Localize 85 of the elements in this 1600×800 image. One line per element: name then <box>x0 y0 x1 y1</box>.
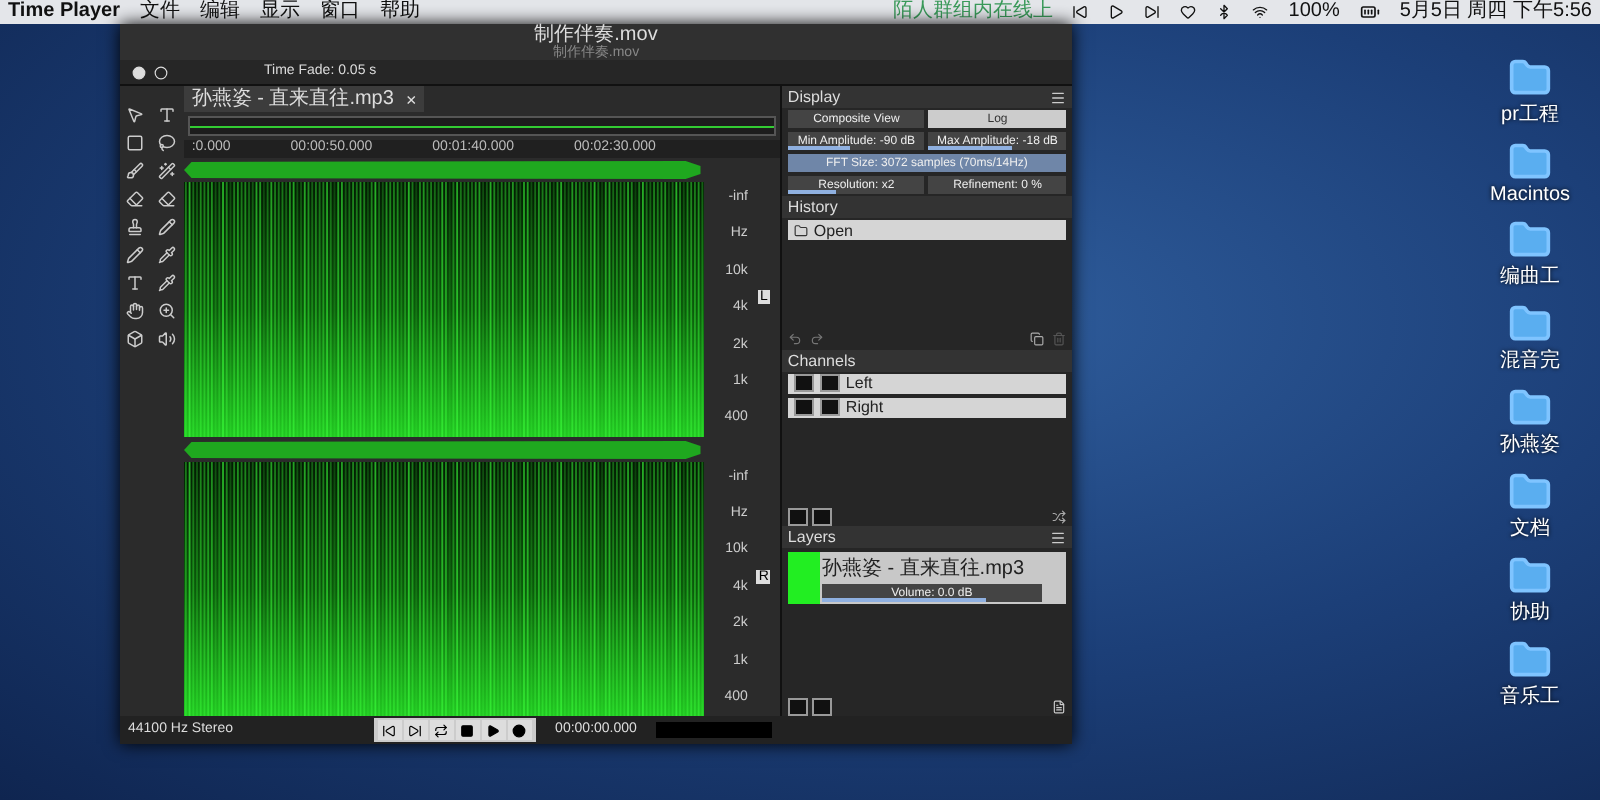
play-icon[interactable] <box>1108 4 1125 20</box>
toggle-button[interactable] <box>811 697 832 716</box>
panel-header: Display <box>781 86 1072 108</box>
folder-label: 孙燕姿 <box>1500 431 1560 458</box>
brush-icon[interactable] <box>126 162 145 180</box>
folder-label: 文档 <box>1510 515 1550 542</box>
pointer-icon[interactable] <box>126 106 145 124</box>
panel-header: Channels <box>781 349 1072 372</box>
eraser-icon[interactable] <box>158 190 177 208</box>
text-icon[interactable] <box>126 274 145 292</box>
toggle-button[interactable] <box>787 697 808 716</box>
menu-icon[interactable] <box>1050 529 1066 546</box>
clock: 5月5日 周四 下午5:56 <box>1399 0 1592 24</box>
layer-name: 孙燕姿 - 直来直往.mp3 <box>821 555 1025 583</box>
pipette-icon[interactable] <box>158 246 177 264</box>
previous-icon[interactable] <box>1072 4 1089 20</box>
lasso-icon[interactable] <box>158 134 177 152</box>
stop-icon <box>460 723 475 737</box>
toggle-button[interactable] <box>787 507 808 526</box>
speaker-icon[interactable] <box>158 330 177 348</box>
cube-icon[interactable] <box>126 330 145 348</box>
rewind-button[interactable] <box>377 720 402 740</box>
copy-icon[interactable] <box>1030 332 1044 347</box>
stamp-icon[interactable] <box>126 218 145 236</box>
channel-item[interactable]: Right <box>787 397 1066 418</box>
folder-icon[interactable] <box>1508 554 1552 598</box>
menu-item[interactable]: 帮助 <box>379 0 420 24</box>
shuffle-icon[interactable] <box>1052 509 1066 524</box>
folder-icon[interactable] <box>1508 56 1552 100</box>
folder-icon[interactable] <box>1508 386 1552 430</box>
history-item[interactable]: Open <box>787 220 1066 240</box>
menu-item[interactable]: 编辑 <box>199 0 240 24</box>
redo-icon[interactable] <box>809 332 824 347</box>
panel-header: Layers <box>781 526 1072 549</box>
play-button[interactable] <box>481 720 506 740</box>
channel-item[interactable]: Left <box>787 373 1066 394</box>
record-mode-icon[interactable] <box>132 65 146 79</box>
stop-button[interactable] <box>455 720 480 740</box>
window-title: 制作伴奏.mov <box>534 23 658 45</box>
loop-icon <box>434 723 449 737</box>
pencil-icon[interactable] <box>158 218 177 236</box>
loop-button[interactable] <box>429 720 454 740</box>
hand-icon[interactable] <box>126 302 145 320</box>
battery-icon[interactable] <box>1359 2 1380 22</box>
app-name: Time Player <box>8 0 120 24</box>
folder-label: 混音完 <box>1500 347 1560 374</box>
record-button[interactable] <box>507 720 532 740</box>
folder-icon[interactable] <box>1507 140 1552 184</box>
battery-percent: 100% <box>1288 0 1340 24</box>
folder-icon <box>793 223 808 237</box>
folder-icon[interactable] <box>1508 302 1552 346</box>
folder-label: 音乐工 <box>1500 683 1560 710</box>
menu-item[interactable]: 显示 <box>259 0 300 24</box>
skip-forward-icon <box>408 723 423 737</box>
next-icon[interactable] <box>1144 4 1161 20</box>
mode-icon[interactable] <box>154 65 168 79</box>
level-meter <box>656 722 773 738</box>
play-icon <box>486 723 501 737</box>
record-icon <box>512 723 527 737</box>
file-tab[interactable]: 孙燕姿 - 直来直往.mp3 × <box>183 86 425 112</box>
zoom-icon[interactable] <box>158 302 177 320</box>
folder-label: 编曲工 <box>1500 263 1560 290</box>
menu-icon[interactable] <box>1050 89 1066 105</box>
folder-label: Macintos <box>1489 184 1570 206</box>
folder-label: 协助 <box>1510 599 1550 626</box>
heart-icon[interactable] <box>1180 4 1197 20</box>
text-cursor-icon[interactable] <box>158 106 177 124</box>
eraser-icon[interactable] <box>126 190 145 208</box>
bluetooth-icon[interactable] <box>1216 4 1233 20</box>
skip-back-icon <box>382 723 397 737</box>
folder-icon[interactable] <box>1508 638 1552 682</box>
toggle-button[interactable] <box>811 507 832 526</box>
wand-icon[interactable] <box>158 162 177 180</box>
wifi-icon[interactable] <box>1252 4 1269 20</box>
rectangle-select-icon[interactable] <box>126 134 145 152</box>
status-text: 陌人群组内在线上 <box>892 0 1053 24</box>
pipette-icon[interactable] <box>158 274 177 292</box>
skip-button[interactable] <box>403 720 428 740</box>
pencil-icon[interactable] <box>126 246 145 264</box>
panel-header: History <box>781 196 1072 218</box>
overview-bar[interactable] <box>187 116 776 136</box>
folder-label: pr工程 <box>1501 102 1559 128</box>
folder-icon[interactable] <box>1508 218 1552 262</box>
undo-icon[interactable] <box>787 332 802 347</box>
folder-icon[interactable] <box>1508 470 1552 514</box>
